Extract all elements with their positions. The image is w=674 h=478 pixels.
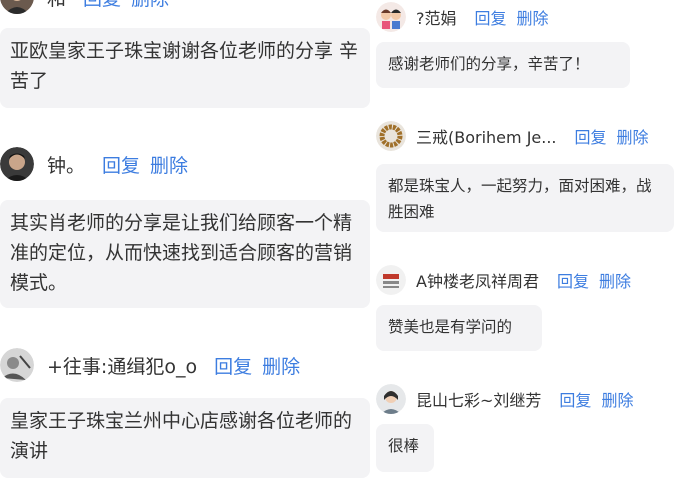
comment-bubble: 都是珠宝人，一起努力，面对困难，战胜困难	[376, 164, 674, 232]
comment-text: 都是珠宝人，一起努力，面对困难，战胜困难	[388, 177, 652, 221]
comment-bubble: 亚欧皇家王子珠宝谢谢各位老师的分享 辛苦了	[0, 28, 370, 108]
delete-button[interactable]: 删除	[599, 268, 631, 292]
reply-button[interactable]: 回复	[102, 151, 140, 178]
comment-text: 亚欧皇家王子珠宝谢谢各位老师的分享 辛苦了	[10, 40, 359, 92]
reply-button[interactable]: 回复	[575, 124, 607, 148]
comment-header: A钟楼老凤祥周君 回复 删除	[376, 265, 631, 295]
delete-button[interactable]: 删除	[150, 151, 188, 178]
reply-button[interactable]: 回复	[475, 5, 507, 29]
woman-portrait-icon[interactable]	[376, 384, 406, 414]
comment-text: 很棒	[388, 437, 420, 455]
comment-header: 和 回复 删除	[0, 0, 169, 14]
comment-author[interactable]: 昆山七彩~刘继芳	[416, 387, 541, 411]
comment-bubble: 其实肖老师的分享是让我们给顾客一个精准的定位，从而快速找到适合顾客的营销模式。	[0, 200, 370, 308]
reply-button[interactable]: 回复	[557, 268, 589, 292]
comment-header: 昆山七彩~刘继芳 回复 删除	[376, 384, 633, 414]
comment-header: ?范娟 回复 删除	[376, 2, 549, 32]
man-portrait-icon[interactable]	[0, 147, 34, 181]
comment-bubble: 皇家王子珠宝兰州中心店感谢各位老师的演讲	[0, 398, 370, 478]
bead-bracelet-icon[interactable]	[376, 121, 406, 151]
cartoon-couple-icon[interactable]	[376, 2, 406, 32]
comment-text: 感谢老师们的分享，辛苦了！	[388, 55, 590, 73]
comment-author[interactable]: 钟。	[47, 151, 85, 178]
delete-button[interactable]: 删除	[617, 124, 649, 148]
store-logo-icon[interactable]	[376, 265, 406, 295]
comment-text: 其实肖老师的分享是让我们给顾客一个精准的定位，从而快速找到适合顾客的营销模式。	[10, 212, 353, 294]
delete-button[interactable]: 删除	[517, 5, 549, 29]
comment-text: 赞美也是有学问的	[388, 318, 513, 336]
comment-header: 钟。 回复 删除	[0, 147, 188, 181]
comment-header: 三戒(Borihem Je... 回复 删除	[376, 121, 649, 151]
reply-button[interactable]: 回复	[83, 0, 121, 11]
comment-text: 皇家王子珠宝兰州中心店感谢各位老师的演讲	[10, 410, 353, 462]
reply-button[interactable]: 回复	[559, 387, 591, 411]
comment-author[interactable]: +往事:通缉犯o_o	[47, 352, 197, 379]
comment-header: +往事:通缉犯o_o 回复 删除	[0, 348, 300, 382]
delete-button[interactable]: 删除	[601, 387, 633, 411]
man-portrait-icon[interactable]	[0, 0, 34, 14]
comment-bubble: 感谢老师们的分享，辛苦了！	[376, 42, 630, 88]
comment-author[interactable]: 和	[47, 0, 66, 11]
comment-author[interactable]: A钟楼老凤祥周君	[416, 268, 539, 292]
comment-author[interactable]: ?范娟	[416, 5, 457, 29]
comment-author[interactable]: 三戒(Borihem Je...	[416, 124, 557, 148]
reply-button[interactable]: 回复	[214, 352, 252, 379]
delete-button[interactable]: 删除	[131, 0, 169, 11]
sketch-portrait-icon[interactable]	[0, 348, 34, 382]
delete-button[interactable]: 删除	[262, 352, 300, 379]
comment-bubble: 赞美也是有学问的	[376, 305, 542, 351]
